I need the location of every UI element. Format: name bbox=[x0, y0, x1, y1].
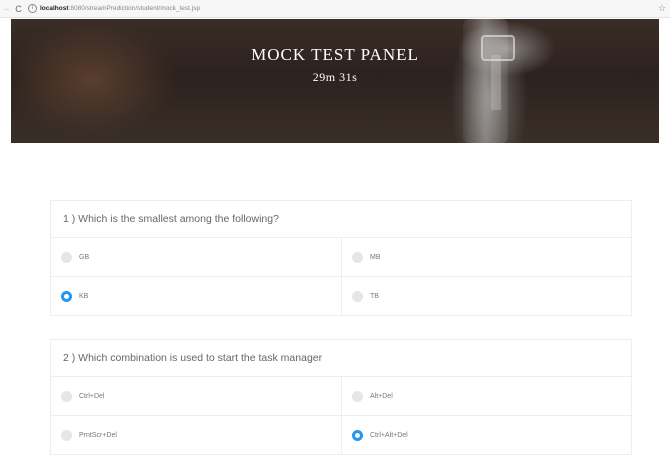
radio-button[interactable] bbox=[61, 251, 72, 263]
browser-toolbar: → C i localhost:8080/streamPrediction/st… bbox=[0, 0, 670, 18]
radio-button[interactable] bbox=[61, 429, 72, 441]
question-text: 2 ) Which combination is used to start t… bbox=[51, 340, 631, 377]
option-row: KB TB bbox=[51, 277, 631, 315]
option-alt-del[interactable]: Alt+Del bbox=[341, 377, 631, 415]
question-card-1: 1 ) Which is the smallest among the foll… bbox=[50, 200, 632, 316]
back-arrow-icon[interactable]: → bbox=[2, 4, 11, 14]
question-text: 1 ) Which is the smallest among the foll… bbox=[51, 201, 631, 238]
option-row: GB MB bbox=[51, 238, 631, 277]
option-label: KB bbox=[79, 292, 89, 300]
option-label: Ctrl+Alt+Del bbox=[370, 431, 408, 439]
option-prntscr-del[interactable]: PrntScr+Del bbox=[51, 416, 341, 454]
option-row: PrntScr+Del Ctrl+Alt+Del bbox=[51, 416, 631, 454]
option-kb[interactable]: KB bbox=[51, 277, 341, 315]
radio-button[interactable] bbox=[352, 251, 363, 263]
radio-button[interactable] bbox=[61, 390, 72, 402]
question-card-2: 2 ) Which combination is used to start t… bbox=[50, 339, 632, 455]
radio-button-selected[interactable] bbox=[352, 429, 363, 441]
radio-button-selected[interactable] bbox=[61, 290, 72, 302]
address-bar[interactable]: localhost:8080/streamPrediction/student/… bbox=[40, 5, 200, 12]
option-row: Ctrl+Del Alt+Del bbox=[51, 377, 631, 416]
option-ctrl-del[interactable]: Ctrl+Del bbox=[51, 377, 341, 415]
reload-icon[interactable]: C bbox=[14, 4, 23, 14]
option-label: PrntScr+Del bbox=[79, 431, 117, 439]
countdown-timer: 29m 31s bbox=[312, 70, 358, 84]
radio-button[interactable] bbox=[352, 290, 363, 302]
option-label: Alt+Del bbox=[370, 392, 393, 400]
option-label: Ctrl+Del bbox=[79, 392, 105, 400]
url-host: localhost bbox=[40, 5, 69, 12]
option-label: MB bbox=[370, 253, 381, 261]
option-label: GB bbox=[79, 253, 90, 261]
info-icon[interactable]: i bbox=[28, 4, 37, 13]
option-label: TB bbox=[370, 292, 379, 300]
page-title: MOCK TEST PANEL bbox=[251, 45, 419, 64]
option-mb[interactable]: MB bbox=[341, 238, 631, 276]
star-icon[interactable]: ☆ bbox=[658, 3, 666, 14]
radio-button[interactable] bbox=[352, 390, 363, 402]
option-gb[interactable]: GB bbox=[51, 238, 341, 276]
option-ctrl-alt-del[interactable]: Ctrl+Alt+Del bbox=[341, 416, 631, 454]
hero-banner: MOCK TEST PANEL 29m 31s bbox=[11, 19, 659, 143]
url-path: :8080/streamPrediction/student/mock_test… bbox=[68, 5, 201, 12]
option-tb[interactable]: TB bbox=[341, 277, 631, 315]
